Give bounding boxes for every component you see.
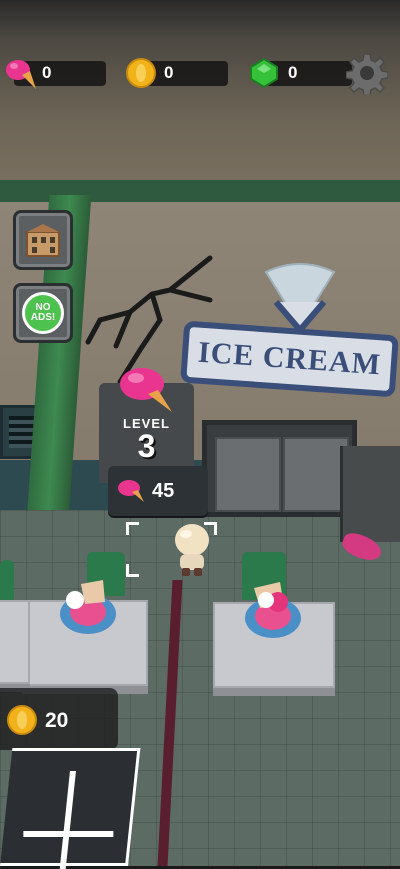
- level-number: 3: [137, 428, 156, 464]
- wallet-coin-value: 20: [45, 709, 69, 732]
- pink-icecream-icon: [6, 60, 36, 89]
- coin-count: 0: [164, 63, 174, 82]
- building-icon: [26, 224, 60, 257]
- icecream-icon: [120, 368, 172, 412]
- unlock-cost-badge[interactable]: 45: [108, 466, 208, 516]
- customer-table[interactable]: [0, 600, 30, 684]
- no-ads-line2: ADS!: [30, 312, 56, 323]
- sign-text: ICE CREAM: [197, 335, 383, 382]
- gold-coin-icon: [126, 58, 156, 88]
- icecream-count: 0: [42, 63, 52, 82]
- back-wall-upper: [0, 0, 400, 190]
- sign-cone-icon: [264, 263, 336, 332]
- gem-count: 0: [288, 63, 298, 82]
- customer-character: [245, 582, 301, 638]
- shop-button[interactable]: [13, 210, 73, 270]
- green-gem-icon: [250, 58, 278, 88]
- no-ads-button[interactable]: NO ADS!: [13, 283, 73, 343]
- gear-icon[interactable]: [346, 52, 388, 94]
- side-cabinet: [340, 446, 400, 542]
- selection-bracket: [126, 522, 139, 535]
- plus-icon: [59, 771, 76, 869]
- selection-bracket: [126, 564, 139, 577]
- no-ads-badge: NO ADS!: [22, 292, 64, 334]
- customer-character: [60, 580, 116, 634]
- build-slot[interactable]: [0, 748, 141, 869]
- player-character[interactable]: [170, 520, 214, 578]
- gold-coin-icon: [7, 705, 37, 735]
- icecream-icon: [118, 480, 144, 502]
- unlock-cost-value: 45: [152, 479, 175, 502]
- left-door: [215, 437, 281, 512]
- chair: [0, 560, 14, 600]
- double-doors: [202, 420, 357, 517]
